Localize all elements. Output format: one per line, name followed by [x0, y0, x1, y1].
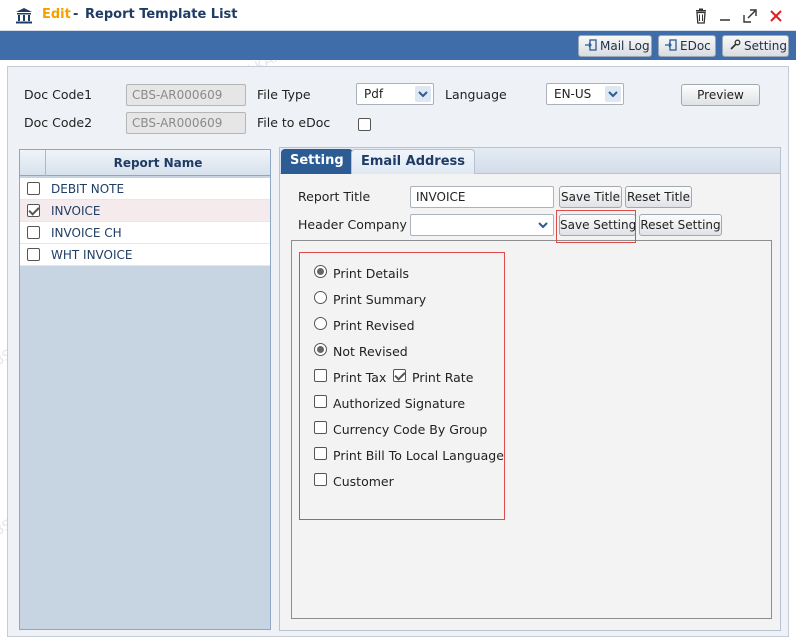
row-checkbox[interactable]: [27, 204, 40, 217]
print-rate-label: Print Rate: [412, 370, 474, 385]
save-title-button[interactable]: Save Title: [559, 186, 622, 208]
doc-code2-field: CBS-AR000609: [126, 112, 246, 134]
maximize-icon[interactable]: [742, 8, 758, 24]
trash-icon[interactable]: [693, 8, 709, 24]
print-rate-checkbox[interactable]: [393, 369, 406, 382]
file-type-value: Pdf: [364, 87, 384, 101]
currency-code-label: Currency Code By Group: [333, 422, 488, 437]
report-row[interactable]: INVOICE CH: [20, 222, 270, 244]
authorized-signature-checkbox[interactable]: [314, 395, 327, 408]
report-row[interactable]: DEBIT NOTE: [20, 178, 270, 200]
title-bar: Edit - Report Template List: [0, 0, 796, 31]
report-list: Report Name DEBIT NOTE INVOICE INVOICE C…: [19, 149, 271, 630]
customer-label: Customer: [333, 474, 394, 489]
edit-mode-label: Edit: [42, 7, 71, 22]
setting-button[interactable]: Setting: [722, 35, 789, 57]
report-name: INVOICE CH: [51, 226, 122, 240]
language-value: EN-US: [554, 87, 592, 101]
print-revised-label: Print Revised: [333, 318, 415, 333]
doc-code1-label: Doc Code1: [24, 87, 93, 102]
file-to-edoc-checkbox[interactable]: [358, 118, 371, 131]
report-name: DEBIT NOTE: [51, 182, 125, 196]
tab-setting[interactable]: Setting: [281, 149, 353, 174]
not-revised-label: Not Revised: [333, 344, 408, 359]
report-list-header: Report Name: [20, 150, 270, 176]
title-separator: -: [73, 7, 79, 22]
edoc-button[interactable]: EDoc: [658, 35, 716, 57]
report-name: INVOICE: [51, 204, 101, 218]
tab-strip: Setting Email Address: [280, 148, 780, 174]
doc-code1-field: CBS-AR000609: [126, 84, 246, 106]
print-revised-radio[interactable]: [314, 317, 327, 330]
language-select[interactable]: EN-US: [546, 83, 624, 105]
enter-icon: [585, 37, 597, 57]
reset-setting-button[interactable]: Reset Setting: [639, 214, 722, 236]
close-icon[interactable]: [768, 8, 784, 24]
window-title: Report Template List: [85, 7, 238, 22]
print-details-radio[interactable]: [314, 265, 327, 278]
file-type-select[interactable]: Pdf: [356, 83, 434, 105]
report-name: WHT INVOICE: [51, 248, 133, 262]
file-to-edoc-label: File to eDoc: [257, 115, 331, 130]
not-revised-radio[interactable]: [314, 343, 327, 356]
authorized-signature-label: Authorized Signature: [333, 396, 466, 411]
print-summary-radio[interactable]: [314, 291, 327, 304]
toolbar: Mail Log EDoc Setting: [0, 31, 796, 60]
minimize-icon[interactable]: [717, 8, 733, 24]
chevron-down-icon: [605, 86, 621, 102]
report-title-label: Report Title: [298, 189, 371, 204]
bank-icon[interactable]: [15, 7, 33, 27]
report-row[interactable]: INVOICE: [20, 200, 270, 222]
reset-title-button[interactable]: Reset Title: [625, 186, 692, 208]
mail-log-label: Mail Log: [600, 39, 650, 53]
chevron-down-icon: [535, 217, 551, 233]
report-row[interactable]: WHT INVOICE: [20, 244, 270, 266]
file-type-label: File Type: [257, 87, 311, 102]
preview-button[interactable]: Preview: [681, 84, 760, 106]
setting-label: Setting: [744, 39, 787, 53]
enter-icon: [665, 37, 677, 57]
save-setting-highlight: [556, 210, 636, 243]
print-details-label: Print Details: [333, 266, 410, 281]
print-summary-label: Print Summary: [333, 292, 427, 307]
report-name-header: Report Name: [113, 156, 203, 170]
header-company-select[interactable]: [410, 214, 554, 236]
wrench-icon: [729, 37, 741, 57]
doc-code2-label: Doc Code2: [24, 115, 93, 130]
report-title-input[interactable]: INVOICE: [410, 186, 554, 208]
chevron-down-icon: [415, 86, 431, 102]
print-tax-checkbox[interactable]: [314, 369, 327, 382]
print-bill-local-checkbox[interactable]: [314, 447, 327, 460]
print-bill-local-label: Print Bill To Local Language: [333, 448, 504, 463]
customer-checkbox[interactable]: [314, 473, 327, 486]
print-tax-label: Print Tax: [333, 370, 387, 385]
mail-log-button[interactable]: Mail Log: [578, 35, 652, 57]
language-label: Language: [445, 87, 507, 102]
edoc-label: EDoc: [680, 39, 711, 53]
tab-email-address[interactable]: Email Address: [351, 149, 476, 174]
print-options-group: Print Details Print Summary Print Revise…: [299, 252, 505, 520]
select-column-header: [20, 150, 46, 176]
row-checkbox[interactable]: [27, 182, 40, 195]
row-checkbox[interactable]: [27, 226, 40, 239]
currency-code-checkbox[interactable]: [314, 421, 327, 434]
header-company-label: Header Company: [298, 217, 407, 232]
row-checkbox[interactable]: [27, 248, 40, 261]
